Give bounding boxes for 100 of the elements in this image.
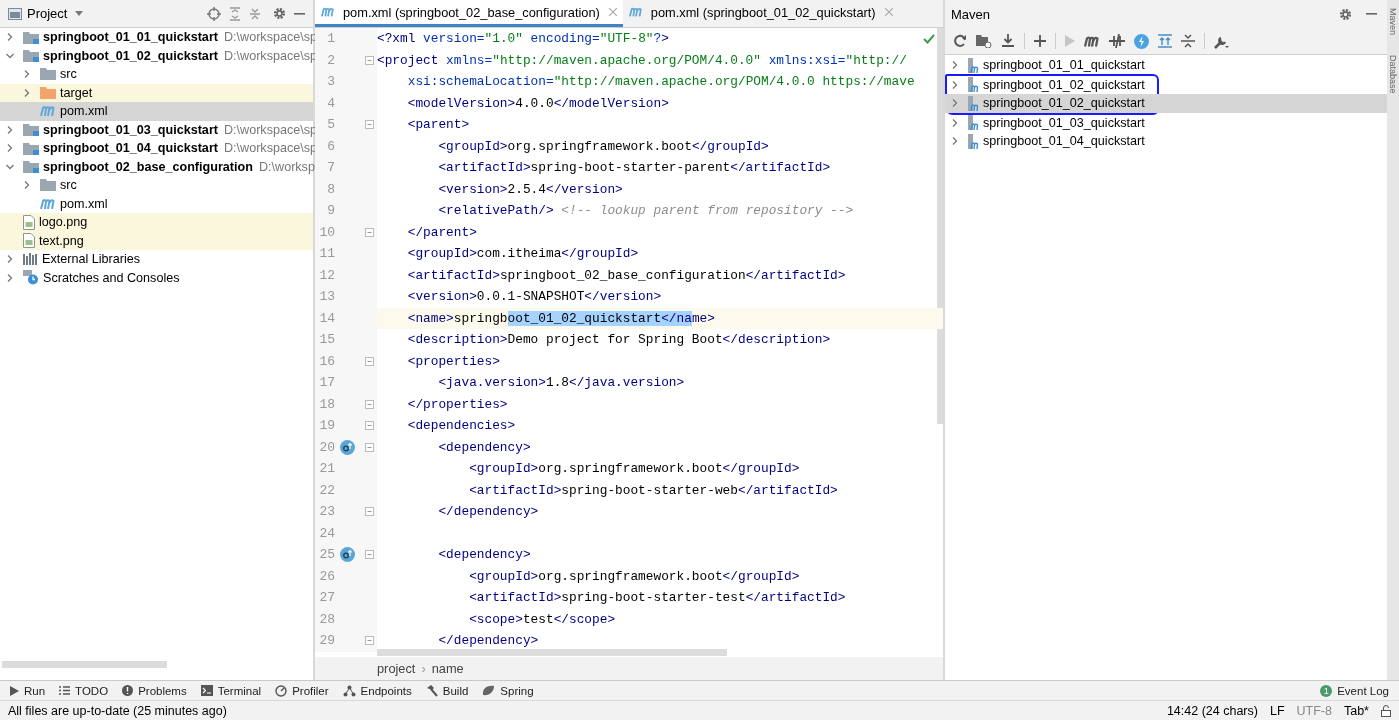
tool-window-button[interactable]: Terminal — [196, 684, 266, 697]
panel-title[interactable]: Project — [27, 6, 68, 21]
fold-marker-icon[interactable] — [365, 120, 374, 130]
tree-item[interactable]: pom.xml — [0, 102, 313, 121]
chevron-icon[interactable] — [951, 137, 959, 146]
maven-project-item[interactable]: springboot_01_01_quickstart — [945, 56, 1387, 75]
chevron-icon[interactable] — [6, 273, 14, 282]
chevron-icon[interactable] — [23, 181, 31, 190]
tree-item[interactable]: External Libraries — [0, 250, 313, 269]
play-icon — [10, 685, 19, 696]
scrollbar-thumb[interactable] — [377, 649, 727, 656]
fold-marker-icon[interactable] — [365, 399, 374, 409]
event-log-button[interactable]: 1 Event Log — [1316, 684, 1393, 697]
indent-setting[interactable]: Tab* — [1343, 703, 1369, 718]
tree-item-label: springboot_01_03_quickstart — [43, 122, 218, 137]
module-folder-icon — [23, 30, 39, 44]
chevron-icon[interactable] — [23, 70, 31, 79]
breadcrumb[interactable]: name — [431, 661, 464, 676]
chevron-icon[interactable] — [951, 80, 959, 89]
close-icon[interactable] — [884, 8, 893, 16]
fold-marker-icon[interactable] — [365, 356, 374, 366]
tree-item[interactable]: src — [0, 65, 313, 84]
project-icon — [8, 7, 22, 20]
line-number: 22 — [318, 482, 335, 498]
line-number: 14 — [318, 310, 335, 326]
tool-window-button[interactable]: Profiler — [271, 684, 333, 697]
tree-item[interactable]: pom.xml — [0, 194, 313, 213]
chevron-icon[interactable] — [6, 125, 14, 134]
fold-marker-icon[interactable] — [365, 636, 374, 646]
collapse-all-icon[interactable] — [1181, 34, 1195, 48]
maven-goal-icon[interactable] — [1084, 35, 1100, 47]
settings-icon[interactable] — [1339, 7, 1352, 21]
chevron-icon[interactable] — [6, 51, 14, 60]
maven-project-item[interactable]: springboot_01_02_quickstart — [945, 94, 1387, 113]
maven-module-icon — [967, 133, 979, 149]
line-number: 7 — [326, 160, 335, 176]
code-line: <?xml version="1.0" encoding="UTF-8"?> — [377, 31, 669, 47]
tool-window-button[interactable]: Build — [421, 684, 473, 697]
tool-window-button[interactable]: Run — [6, 684, 50, 697]
chevron-icon[interactable] — [6, 33, 14, 42]
skip-tests-icon[interactable] — [1109, 34, 1125, 48]
chevron-icon[interactable] — [951, 99, 959, 108]
breadcrumb[interactable]: project — [377, 661, 416, 676]
tree-item[interactable]: logo.png — [0, 213, 313, 232]
expand-all-icon[interactable] — [1158, 34, 1172, 48]
expand-all-icon[interactable] — [229, 6, 241, 21]
chevron-icon[interactable] — [6, 144, 14, 153]
settings-icon[interactable] — [273, 7, 286, 20]
fold-marker-icon[interactable] — [365, 550, 374, 560]
check-icon — [923, 34, 935, 44]
fold-marker-icon[interactable] — [365, 227, 374, 237]
tree-item[interactable]: target — [0, 83, 313, 102]
tree-item[interactable]: src — [0, 176, 313, 195]
dropdown-caret-icon[interactable] — [75, 11, 84, 16]
lightning-icon[interactable] — [1134, 33, 1149, 49]
scrollbar-thumb[interactable] — [2, 661, 167, 668]
side-tab[interactable]: Maven — [1388, 8, 1398, 35]
editor-tab[interactable]: pom.xml (springboot_01_02_quickstart) — [622, 0, 899, 27]
override-marker-icon[interactable] — [340, 439, 355, 455]
chevron-icon[interactable] — [6, 162, 14, 171]
maven-file-icon — [628, 7, 643, 17]
refresh-icon[interactable] — [953, 34, 967, 48]
locate-icon[interactable] — [207, 6, 221, 21]
chevron-icon[interactable] — [951, 61, 959, 70]
side-tab[interactable]: Database — [1388, 55, 1398, 94]
lock-icon[interactable] — [1381, 704, 1391, 717]
tool-window-button[interactable]: Endpoints — [338, 684, 416, 697]
notification-badge: 1 — [1320, 684, 1333, 697]
maven-project-item[interactable]: springboot_01_03_quickstart — [945, 113, 1387, 132]
maven-module-icon — [967, 115, 979, 131]
line-separator[interactable]: LF — [1269, 703, 1285, 718]
line-number: 23 — [318, 504, 335, 520]
folder-icon[interactable] — [976, 34, 992, 48]
caret-position[interactable]: 14:42 (24 chars) — [1166, 703, 1258, 718]
chevron-icon[interactable] — [951, 118, 959, 127]
tool-window-button[interactable]: Problems — [118, 684, 191, 697]
fold-marker-icon[interactable] — [365, 55, 374, 65]
chevron-icon[interactable] — [6, 255, 14, 264]
code-line: <parent> — [406, 117, 470, 133]
minimize-icon[interactable] — [1366, 13, 1377, 15]
tool-window-button[interactable]: Spring — [478, 684, 538, 697]
tree-item[interactable]: Scratches and Consoles — [0, 268, 313, 287]
tree-item[interactable]: springboot_02_base_configuration D:\worksp — [0, 157, 313, 176]
chevron-icon[interactable] — [23, 88, 31, 97]
minimize-icon[interactable] — [294, 12, 305, 15]
fold-marker-icon[interactable] — [365, 442, 374, 452]
close-icon[interactable] — [608, 8, 617, 16]
fold-marker-icon[interactable] — [365, 421, 374, 431]
override-marker-icon[interactable] — [340, 547, 355, 563]
line-number: 9 — [326, 203, 335, 219]
fold-marker-icon[interactable] — [365, 507, 374, 517]
scrollbar-thumb[interactable] — [937, 28, 943, 424]
maven-project-item[interactable]: springboot_01_04_quickstart — [945, 132, 1387, 151]
maven-project-item[interactable]: springboot_01_02_quickstart — [945, 75, 1157, 94]
tree-item-label: springboot_01_01_quickstart — [43, 30, 218, 45]
editor-tab[interactable]: pom.xml (springboot_02_base_configuration) — [315, 0, 623, 27]
line-number: 2 — [326, 52, 335, 68]
add-icon[interactable] — [1034, 35, 1046, 47]
download-icon[interactable] — [1001, 34, 1015, 48]
tool-window-button[interactable]: TODO — [55, 684, 113, 697]
